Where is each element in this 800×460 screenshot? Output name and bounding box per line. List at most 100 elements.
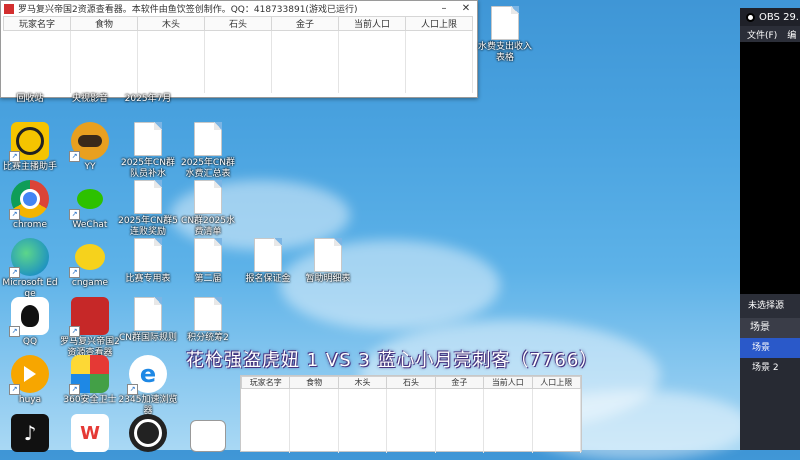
document-icon <box>491 6 519 40</box>
document-icon <box>194 180 222 214</box>
column-header[interactable]: 人口上限 <box>405 16 473 31</box>
table-row <box>3 30 473 93</box>
obs-preview[interactable] <box>740 42 800 294</box>
desktop-icon-qq[interactable]: ↗ QQ <box>0 297 60 348</box>
column-header[interactable]: 食物 <box>70 16 138 31</box>
desktop-file-shuifei[interactable]: 水费支出收入表格 <box>475 6 535 64</box>
chrome-icon: ↗ <box>9 180 49 220</box>
obs-titlebar[interactable]: OBS 29. <box>740 8 800 26</box>
obs-logo-icon <box>746 12 755 22</box>
desktop-icon-chrome[interactable]: ↗ chrome <box>0 180 60 231</box>
desktop-file[interactable]: 2025年CN群队员补水 <box>118 122 178 180</box>
window-titlebar[interactable]: 罗马复兴帝国2资源查看器。本软件由鱼饮签创制作。QQ：418733891(游戏已… <box>1 1 477 16</box>
desktop-file[interactable]: CN群2025水费清单 <box>178 180 238 238</box>
edge-icon: ↗ <box>9 238 49 278</box>
app-icon <box>4 3 14 14</box>
obs-menubar: 文件(F) 编 <box>740 26 800 42</box>
document-icon <box>194 297 222 331</box>
close-icon[interactable]: ✕ <box>455 3 477 14</box>
desktop-icon-label: 比赛专用表 <box>125 274 171 284</box>
ie-icon: e ↗ <box>127 355 167 395</box>
tiktok-icon: ♪ <box>11 414 49 452</box>
360-icon: ↗ <box>69 355 109 395</box>
obs-window[interactable]: OBS 29. 文件(F) 编 未选择源 场景 场景 场景 2 <box>740 8 800 450</box>
raccoon-icon: ↗ <box>69 122 109 162</box>
desktop-file[interactable]: 比赛专用表 <box>118 238 178 285</box>
desktop-icon-label: 回收站 <box>16 94 44 104</box>
minimize-icon[interactable]: – <box>433 3 455 14</box>
desktop-icon-huya[interactable]: ↗ huya <box>0 355 60 406</box>
desktop-icon-file[interactable] <box>178 420 238 452</box>
column-header: 金子 <box>434 376 485 389</box>
column-header[interactable]: 木头 <box>137 16 205 31</box>
resource-viewer-icon: ↗ <box>69 297 109 337</box>
window-title: 罗马复兴帝国2资源查看器。本软件由鱼饮签创制作。QQ：418733891(游戏已… <box>18 5 358 15</box>
scene-item[interactable]: 场景 2 <box>740 358 800 378</box>
desktop-file[interactable]: 2025年CN群5连败奖励 <box>118 180 178 238</box>
table-row <box>241 388 582 453</box>
desktop-file[interactable]: CN群国际规则 <box>118 297 178 344</box>
desktop-icon-label: chrome <box>13 220 47 230</box>
pacman-icon: ↗ <box>69 238 109 278</box>
scene-item[interactable]: 场景 <box>740 338 800 358</box>
column-header[interactable]: 金子 <box>271 16 339 31</box>
column-header[interactable]: 当前人口 <box>338 16 406 31</box>
list-document-icon <box>190 420 226 452</box>
desktop-icon-label: WeChat <box>72 220 108 230</box>
cctv-label[interactable]: 央视影音 <box>60 92 120 105</box>
document-icon <box>254 238 282 272</box>
menu-file[interactable]: 文件(F) <box>747 28 777 41</box>
desktop-icon-2345[interactable]: e ↗ 2345加速浏览器 <box>118 355 178 417</box>
desktop-icon-label: cngame <box>71 278 109 288</box>
play-icon: ↗ <box>9 355 49 395</box>
column-header[interactable]: 石头 <box>204 16 272 31</box>
desktop-file[interactable]: 积分统筹2 <box>178 297 238 344</box>
desktop-icon-yy[interactable]: ↗ YY <box>60 122 120 173</box>
desktop-icon-label: 2025年CN群水费汇总表 <box>181 158 235 179</box>
column-header: 食物 <box>289 376 339 389</box>
document-icon <box>194 238 222 272</box>
desktop-icon-cngame[interactable]: ↗ cngame <box>60 238 120 289</box>
column-header[interactable]: 玩家名字 <box>3 16 71 31</box>
clock-icon: ↗ <box>9 122 49 162</box>
desktop-file[interactable]: 第二届 <box>178 238 238 285</box>
column-header: 当前人口 <box>483 376 533 389</box>
document-icon <box>314 238 342 272</box>
desktop-icon-label: CN群国际规则 <box>118 333 178 343</box>
desktop-icon-label: 报名保证金 <box>245 274 291 284</box>
desktop-icon-wps[interactable]: W <box>60 414 120 452</box>
column-header: 石头 <box>386 376 436 389</box>
recycle-bin-label[interactable]: 回收站 <box>0 92 60 105</box>
desktop-icon-label: CN群2025水费清单 <box>181 216 235 237</box>
desktop-icon-stream-helper[interactable]: ↗ 比赛主播助手 <box>0 122 60 173</box>
desktop-file[interactable]: 2025年CN群水费汇总表 <box>178 122 238 180</box>
folder-label[interactable]: 2025年7月 <box>118 92 178 105</box>
desktop-icon-label: 第二届 <box>194 274 222 284</box>
desktop-icon-edge[interactable]: ↗ Microsoft Edge <box>0 238 60 300</box>
obs-title: OBS 29. <box>759 11 799 23</box>
column-header: 人口上限 <box>531 376 582 389</box>
desktop-icon-label: 水费支出收入表格 <box>477 42 532 63</box>
desktop-icon-360[interactable]: ↗ 360安全卫士 <box>60 355 120 406</box>
desktop-icon-label: 央视影音 <box>71 94 108 104</box>
desktop-icon-label: QQ <box>22 337 38 347</box>
wps-icon: W <box>71 414 109 452</box>
desktop-icon-obs[interactable] <box>118 414 178 452</box>
resource-viewer-window[interactable]: 罗马复兴帝国2资源查看器。本软件由鱼饮签创制作。QQ：418733891(游戏已… <box>0 0 478 98</box>
penguin-icon: ↗ <box>9 297 49 337</box>
desktop-icon-label: YY <box>84 162 96 172</box>
desktop-icon-wechat[interactable]: ↗ WeChat <box>60 180 120 231</box>
column-header: 木头 <box>337 376 388 389</box>
no-source-label: 未选择源 <box>740 294 800 318</box>
scenes-header: 场景 <box>740 318 800 338</box>
desktop-icon-tiktok[interactable]: ♪ <box>0 414 60 452</box>
desktop-icon-label: 比赛主播助手 <box>2 162 57 172</box>
desktop-file[interactable]: 暂助明细表 <box>298 238 358 285</box>
desktop-icon-label: 360安全卫士 <box>63 395 117 405</box>
document-icon <box>134 297 162 331</box>
document-icon <box>134 180 162 214</box>
desktop-file[interactable]: 报名保证金 <box>238 238 298 285</box>
wechat-icon: ↗ <box>69 180 109 220</box>
desktop-icon-resource-viewer[interactable]: ↗ 罗马复兴帝国2资源查看器 <box>60 297 120 359</box>
menu-edit[interactable]: 编 <box>787 28 796 41</box>
